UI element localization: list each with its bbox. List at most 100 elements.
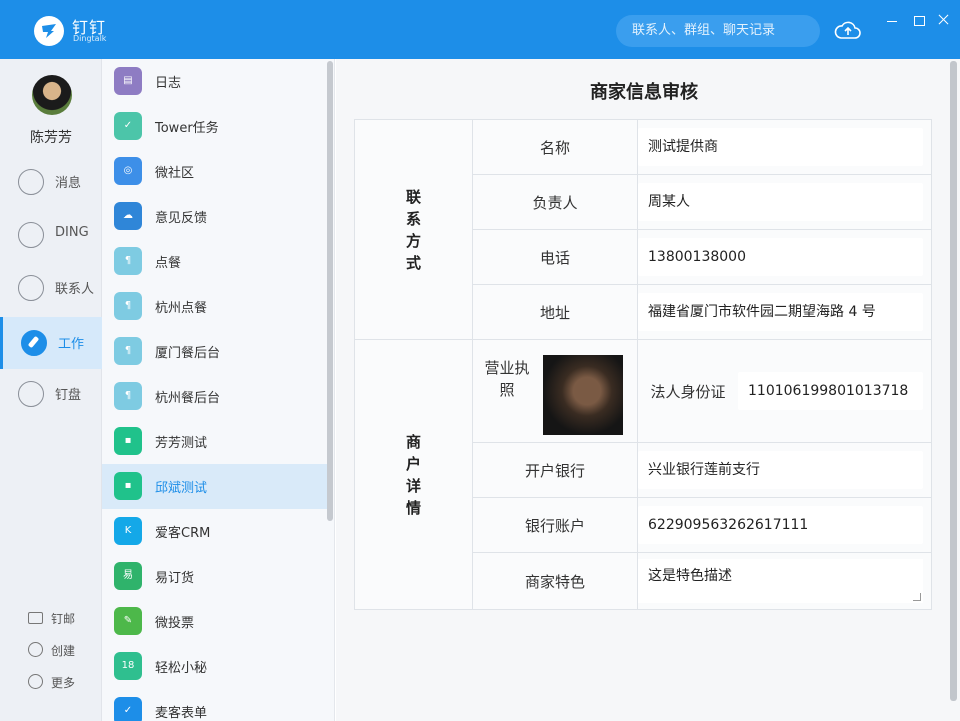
- minimize-button[interactable]: [884, 11, 900, 27]
- nav-item-drive[interactable]: 钉盘: [0, 368, 102, 420]
- app-item-hangzhou-admin[interactable]: ¶ 杭州餐后台: [102, 374, 328, 419]
- app-list-scrollbar[interactable]: [327, 61, 333, 521]
- account-label: 银行账户: [472, 497, 638, 553]
- app-item-log[interactable]: ▤ 日志: [102, 59, 328, 104]
- nav-item-label: DING: [55, 225, 89, 240]
- cloud-icon: ☁: [114, 202, 142, 230]
- main-sidebar: 陈芳芳 消息 DING 联系人 工作 钉盘 钉邮 创建 更多: [0, 59, 102, 721]
- app-item-hangzhou-meal[interactable]: ¶ 杭州点餐: [102, 284, 328, 329]
- maximize-button[interactable]: [910, 11, 926, 27]
- phone-field[interactable]: 13800138000: [638, 238, 923, 276]
- license-photo[interactable]: [543, 355, 623, 435]
- app-name: 点餐: [155, 256, 182, 271]
- app-name: 微投票: [155, 616, 195, 631]
- app-item-order-goods[interactable]: 易 易订货: [102, 554, 328, 599]
- app-name: 厦门餐后台: [155, 346, 221, 361]
- dingtalk-logo-icon: [34, 16, 64, 46]
- app-item-vote[interactable]: ✎ 微投票: [102, 599, 328, 644]
- checkmark-icon: ✓: [114, 112, 142, 140]
- log-icon: ▤: [114, 67, 142, 95]
- smile-icon: [18, 169, 44, 195]
- ding-icon: [18, 222, 44, 248]
- app-item-form[interactable]: ✓ 麦客表单: [102, 689, 328, 721]
- phone-label: 电话: [472, 229, 638, 285]
- detail-section-label: 商户详情: [354, 339, 473, 610]
- cloud-drive-icon: [18, 381, 44, 407]
- bank-label: 开户银行: [472, 442, 638, 498]
- title-bar: 钉钉 Dingtalk 联系人、群组、聊天记录: [0, 0, 960, 59]
- nav-item-label: 消息: [55, 176, 82, 191]
- id-card-cell: 法人身份证 110106199801013718: [637, 339, 932, 443]
- account-field[interactable]: 622909563262617111: [638, 506, 923, 544]
- app-item-feedback[interactable]: ☁ 意见反馈: [102, 194, 328, 239]
- app-name: 芳芳测试: [155, 436, 208, 451]
- nav-more[interactable]: 更多: [0, 670, 102, 694]
- app-item-fangfang-test[interactable]: ▪ 芳芳测试: [102, 419, 328, 464]
- nav-item-contacts[interactable]: 联系人: [0, 262, 102, 314]
- id-card-label: 法人身份证: [650, 382, 726, 401]
- app-name: 易订货: [155, 571, 195, 586]
- app-name: 杭州点餐: [155, 301, 208, 316]
- name-label: 名称: [472, 119, 638, 175]
- app-item-secretary[interactable]: 18 轻松小秘: [102, 644, 328, 689]
- main-scrollbar[interactable]: [950, 61, 957, 701]
- nav-mail-label: 钉邮: [51, 612, 76, 626]
- license-cell: 营业执照: [472, 339, 638, 443]
- license-label: 营业执照: [484, 359, 530, 399]
- plus-circle-icon: [28, 642, 43, 657]
- cutlery-icon: ¶: [114, 292, 142, 320]
- close-button[interactable]: [935, 11, 951, 27]
- app-name: 意见反馈: [155, 211, 208, 226]
- nav-mail[interactable]: 钉邮: [0, 606, 102, 630]
- pen-icon: ✎: [114, 607, 142, 635]
- nav-item-work[interactable]: 工作: [0, 317, 102, 369]
- nav-item-label: 工作: [58, 337, 85, 352]
- nav-create[interactable]: 创建: [0, 638, 102, 662]
- bank-field[interactable]: 兴业银行莲前支行: [638, 451, 923, 489]
- nav-create-label: 创建: [51, 644, 76, 658]
- app-name: 麦客表单: [155, 706, 208, 721]
- app-name: 爱客CRM: [155, 526, 211, 541]
- compass-icon: [21, 330, 47, 356]
- contacts-icon: [18, 275, 44, 301]
- feature-textarea[interactable]: 这是特色描述: [638, 559, 923, 603]
- app-item-community[interactable]: ◎ 微社区: [102, 149, 328, 194]
- k-letter-icon: K: [114, 517, 142, 545]
- message-icon: ▪: [114, 472, 142, 500]
- app-name: 杭州餐后台: [155, 391, 221, 406]
- nav-item-label: 联系人: [55, 282, 95, 297]
- manager-field[interactable]: 周某人: [638, 183, 923, 221]
- app-item-crm[interactable]: K 爱客CRM: [102, 509, 328, 554]
- address-field[interactable]: 福建省厦门市软件园二期望海路 4 号: [638, 293, 923, 331]
- page-title: 商家信息审核: [590, 82, 698, 103]
- mail-icon: [28, 612, 43, 624]
- cutlery-icon: ¶: [114, 382, 142, 410]
- feature-label: 商家特色: [472, 552, 638, 610]
- avatar[interactable]: [32, 75, 72, 115]
- nav-item-label: 钉盘: [55, 388, 82, 403]
- cutlery-icon: ¶: [114, 247, 142, 275]
- app-item-order-meal[interactable]: ¶ 点餐: [102, 239, 328, 284]
- message-icon: ▪: [114, 427, 142, 455]
- search-input[interactable]: 联系人、群组、聊天记录: [616, 15, 820, 47]
- chat-bubble-icon: ◎: [114, 157, 142, 185]
- app-list: ▤ 日志 ✓ Tower任务 ◎ 微社区 ☁ 意见反馈 ¶ 点餐 ¶ 杭州点餐 …: [102, 59, 335, 721]
- nav-item-ding[interactable]: DING: [0, 209, 102, 261]
- app-name: Tower任务: [155, 121, 219, 136]
- app-item-xiamen-admin[interactable]: ¶ 厦门餐后台: [102, 329, 328, 374]
- id-card-field[interactable]: 110106199801013718: [738, 372, 923, 410]
- cloud-upload-icon[interactable]: [834, 18, 862, 46]
- app-name: 轻松小秘: [155, 661, 208, 676]
- app-name: 邱斌测试: [155, 481, 208, 496]
- app-name: 微社区: [155, 166, 195, 181]
- app-item-qiubin-test[interactable]: ▪ 邱斌测试: [102, 464, 328, 509]
- manager-label: 负责人: [472, 174, 638, 230]
- checkbox-icon: ✓: [114, 697, 142, 721]
- app-item-tower[interactable]: ✓ Tower任务: [102, 104, 328, 149]
- more-icon: [28, 674, 43, 689]
- address-label: 地址: [472, 284, 638, 340]
- nav-item-messages[interactable]: 消息: [0, 156, 102, 208]
- yi-glyph-icon: 易: [114, 562, 142, 590]
- calendar-icon: 18: [114, 652, 142, 680]
- name-field[interactable]: 测试提供商: [638, 128, 923, 166]
